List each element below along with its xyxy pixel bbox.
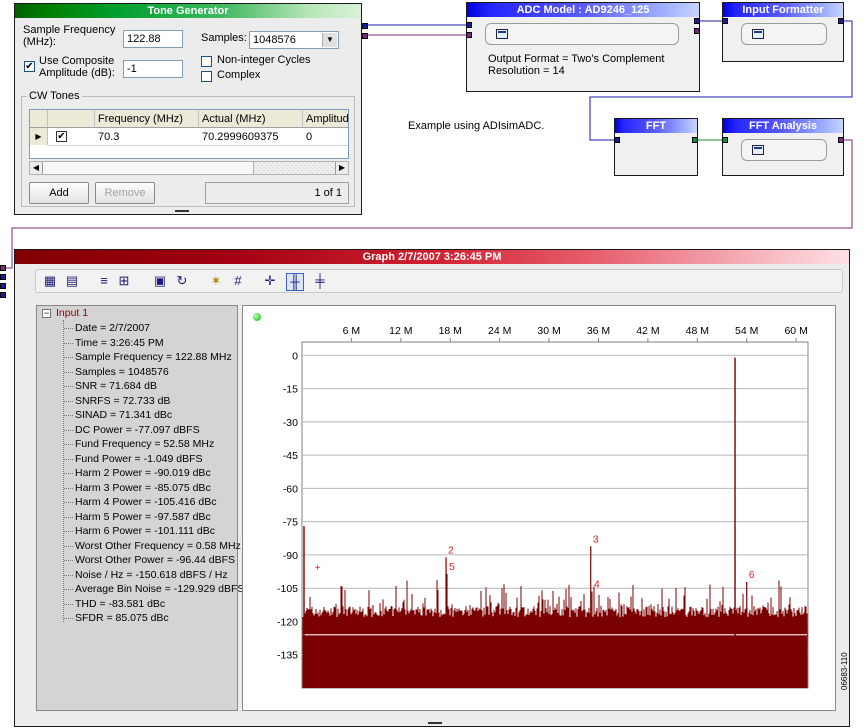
x-tick-label: 36 M <box>587 325 610 337</box>
y-tick-label: -30 <box>283 417 298 429</box>
y-tick-label: -135 <box>277 650 298 662</box>
y-tick-label: -90 <box>283 550 298 562</box>
worst-other-marker: + <box>315 563 321 574</box>
y-tick-label: 0 <box>292 350 298 362</box>
y-tick-label: -45 <box>283 450 298 462</box>
y-tick-label: -15 <box>283 384 298 396</box>
spectrum-chart[interactable]: 0 -15 -30 -45 -60 -75 -90 -105 -120 -135 6 M 12 M 18… <box>0 0 864 728</box>
harmonic-label: 3 <box>593 533 599 545</box>
x-tick-label: 54 M <box>735 325 758 337</box>
x-tick-label: 12 M <box>389 325 412 337</box>
harmonic-label: 4 <box>594 579 600 591</box>
x-tick-label: 30 M <box>537 325 560 337</box>
harmonic-label: 5 <box>449 561 455 573</box>
x-tick-label: 60 M <box>784 325 807 337</box>
x-tick-label: 6 M <box>343 325 361 337</box>
graph-resize-grip[interactable] <box>428 722 442 724</box>
x-tick-label: 42 M <box>636 325 659 337</box>
y-tick-label: -120 <box>277 616 298 628</box>
noise-floor-fill <box>303 621 807 687</box>
figure-id: 06683-110 <box>840 652 849 690</box>
y-tick-label: -75 <box>283 517 298 529</box>
y-tick-label: -105 <box>277 583 298 595</box>
x-tick-label: 24 M <box>488 325 511 337</box>
x-tick-label: 48 M <box>686 325 709 337</box>
harmonic-label: 6 <box>749 569 755 581</box>
x-tick-label: 18 M <box>439 325 462 337</box>
harmonic-label: 2 <box>448 544 454 556</box>
y-tick-label: -60 <box>283 483 298 495</box>
